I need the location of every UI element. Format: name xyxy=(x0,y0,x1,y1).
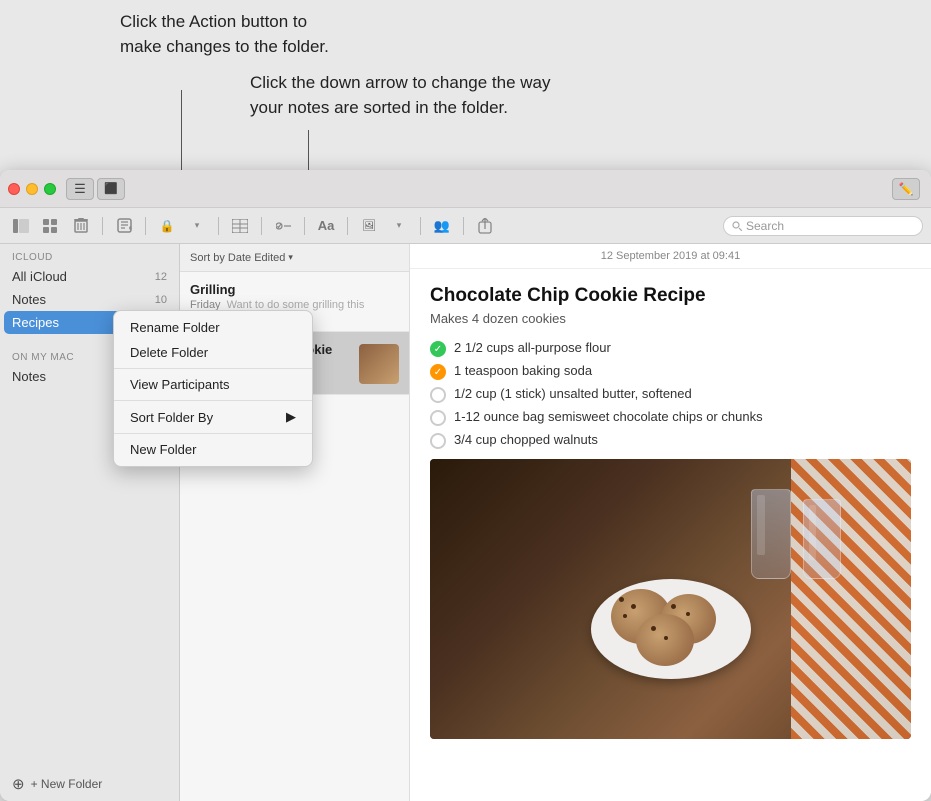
toolbar-separator-3 xyxy=(218,217,219,235)
submenu-arrow-icon: ▶ xyxy=(286,409,296,425)
notes-icloud-label: Notes xyxy=(12,292,46,307)
note-title-heading: Chocolate Chip Cookie Recipe xyxy=(430,285,911,307)
note-subtitle: Makes 4 dozen cookies xyxy=(430,311,911,326)
context-menu-separator-2 xyxy=(114,400,312,401)
notes-icloud-count: 10 xyxy=(155,294,167,306)
close-button[interactable] xyxy=(8,183,20,195)
note-date-header: 12 September 2019 at 09:41 xyxy=(410,244,931,269)
toolbar-separator-5 xyxy=(304,217,305,235)
sidebar-item-all-icloud[interactable]: All iCloud 12 xyxy=(0,265,179,288)
cookie-thumbnail xyxy=(359,344,399,384)
annotation-area: Click the Action button to make changes … xyxy=(120,10,820,121)
lock-icon[interactable]: 🔒 xyxy=(154,215,180,237)
delete-icon[interactable] xyxy=(68,215,94,237)
new-folder-label: + New Folder xyxy=(31,777,103,791)
sort-label: Sort by Date Edited xyxy=(190,252,285,264)
media-arrow-icon[interactable]: ▾ xyxy=(386,215,412,237)
toolbar-separator-8 xyxy=(463,217,464,235)
title-bar: ☰ ⬛ ✏️ xyxy=(0,170,931,208)
media-icon[interactable]: 🖼 xyxy=(356,215,382,237)
checklist-text-4: 1-12 ounce bag semisweet chocolate chips… xyxy=(454,409,763,424)
search-placeholder: Search xyxy=(746,219,784,233)
toolbar-separator-2 xyxy=(145,217,146,235)
milk-glass-2 xyxy=(803,499,841,579)
checklist-item-3: 1/2 cup (1 stick) unsalted butter, softe… xyxy=(430,386,911,403)
sort-bar[interactable]: Sort by Date Edited ▾ xyxy=(180,244,409,272)
checklist-icon[interactable] xyxy=(270,215,296,237)
context-menu-separator-1 xyxy=(114,368,312,369)
font-icon[interactable]: Aa xyxy=(313,215,339,237)
toolbar: 🔒 ▾ Aa 🖼 ▾ 👥 Search xyxy=(0,208,931,244)
toolbar-separator-4 xyxy=(261,217,262,235)
lock-arrow-icon[interactable]: ▾ xyxy=(184,215,210,237)
annotation-line2: Click the down arrow to change the way y… xyxy=(250,71,820,120)
recipes-label: Recipes xyxy=(12,315,59,330)
checklist-item-1: ✓ 2 1/2 cups all-purpose flour xyxy=(430,340,911,357)
note-detail-body[interactable]: Chocolate Chip Cookie Recipe Makes 4 doz… xyxy=(410,269,931,801)
context-menu-separator-3 xyxy=(114,433,312,434)
maximize-button[interactable] xyxy=(44,183,56,195)
sidebar-toggle-button[interactable]: ☰ xyxy=(66,178,94,200)
check-icon-4 xyxy=(430,410,446,426)
checklist-text-3: 1/2 cup (1 stick) unsalted butter, softe… xyxy=(454,386,692,401)
context-menu-delete[interactable]: Delete Folder xyxy=(114,340,312,365)
toolbar-separator-1 xyxy=(102,217,103,235)
traffic-lights xyxy=(8,183,56,195)
gallery-view-icon[interactable] xyxy=(38,215,64,237)
sort-arrow-icon: ▾ xyxy=(288,252,293,263)
toolbar-separator-6 xyxy=(347,217,348,235)
toolbar-separator-7 xyxy=(420,217,421,235)
check-icon-5 xyxy=(430,433,446,449)
context-menu-new-folder[interactable]: New Folder xyxy=(114,437,312,462)
checklist: ✓ 2 1/2 cups all-purpose flour ✓ 1 teasp… xyxy=(430,340,911,449)
collaborate-icon[interactable]: 👥 xyxy=(429,215,455,237)
cookie-photo-bg xyxy=(430,459,911,739)
plus-icon: ⊕ xyxy=(12,775,25,793)
cookie-3 xyxy=(636,614,694,666)
context-menu-sort[interactable]: Sort Folder By ▶ xyxy=(114,404,312,430)
note-detail: 12 September 2019 at 09:41 Chocolate Chi… xyxy=(410,244,931,801)
checklist-item-2: ✓ 1 teaspoon baking soda xyxy=(430,363,911,380)
callout-line-left xyxy=(181,90,182,170)
split-view-button[interactable]: ⬛ xyxy=(97,178,125,200)
cookie-image xyxy=(430,459,911,739)
grilling-title: Grilling xyxy=(190,282,399,297)
notes-mac-label: Notes xyxy=(12,369,46,384)
checklist-text-2: 1 teaspoon baking soda xyxy=(454,363,592,378)
context-menu: Rename Folder Delete Folder View Partici… xyxy=(113,310,313,467)
checklist-text-5: 3/4 cup chopped walnuts xyxy=(454,432,598,447)
checklist-item-5: 3/4 cup chopped walnuts xyxy=(430,432,911,449)
context-menu-participants[interactable]: View Participants xyxy=(114,372,312,397)
context-menu-rename[interactable]: Rename Folder xyxy=(114,315,312,340)
minimize-button[interactable] xyxy=(26,183,38,195)
icloud-section-label: iCloud xyxy=(0,244,179,265)
share-icon[interactable] xyxy=(472,215,498,237)
toggle-sidebar-icon[interactable] xyxy=(8,215,34,237)
milk-glass-1 xyxy=(751,489,791,579)
checklist-text-1: 2 1/2 cups all-purpose flour xyxy=(454,340,611,355)
sidebar-item-notes-icloud[interactable]: Notes 10 xyxy=(0,288,179,311)
cookie-plate xyxy=(591,579,751,679)
annotation-line1: Click the Action button to make changes … xyxy=(120,10,820,59)
search-box[interactable]: Search xyxy=(723,216,923,236)
all-icloud-count: 12 xyxy=(155,271,167,283)
check-icon-2: ✓ xyxy=(430,364,446,380)
check-icon-3 xyxy=(430,387,446,403)
app-window: ☰ ⬛ ✏️ 🔒 ▾ Aa 🖼 ▾ xyxy=(0,170,931,801)
compose-icon[interactable] xyxy=(111,215,137,237)
new-folder-button[interactable]: ⊕ + New Folder xyxy=(0,767,179,801)
table-icon[interactable] xyxy=(227,215,253,237)
sort-folder-label: Sort Folder By xyxy=(130,410,213,425)
all-icloud-label: All iCloud xyxy=(12,269,67,284)
new-note-button[interactable]: ✏️ xyxy=(892,178,920,200)
check-icon-1: ✓ xyxy=(430,341,446,357)
checklist-item-4: 1-12 ounce bag semisweet chocolate chips… xyxy=(430,409,911,426)
